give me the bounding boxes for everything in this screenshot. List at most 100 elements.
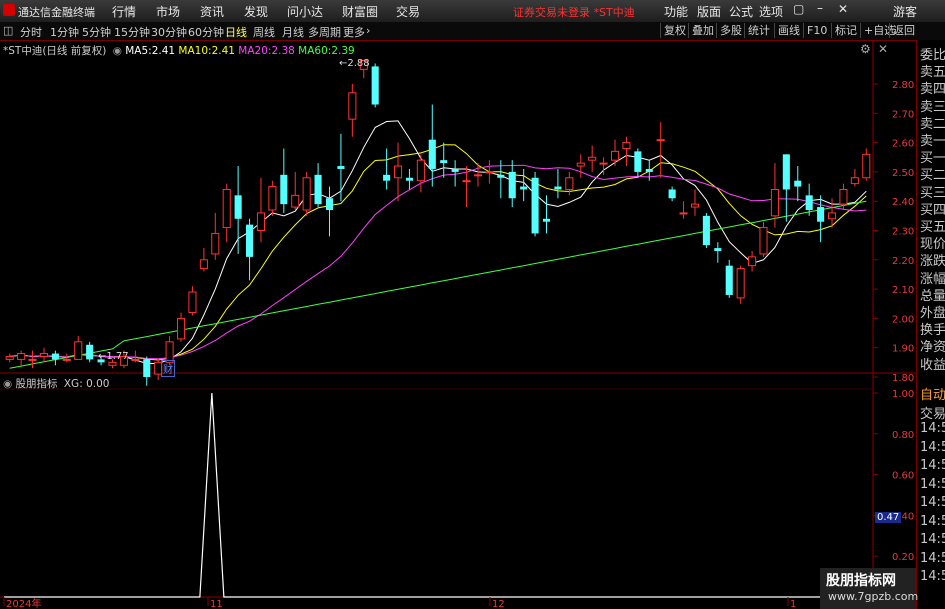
candle-body	[508, 171, 516, 199]
y-tick-label: 1.80	[892, 373, 914, 384]
side-panel-item: 总量	[920, 288, 945, 304]
y-tick-label: 2.80	[892, 80, 914, 91]
watermark-url: www.7gpzb.com	[828, 590, 919, 603]
ma20-line	[9, 164, 867, 360]
candle-body	[302, 177, 311, 211]
watermark: 股朋指标网 www.7gpzb.com	[820, 568, 919, 609]
candle-body	[337, 166, 345, 169]
side-panel-item: 14:55	[920, 532, 945, 547]
candle-body	[805, 195, 813, 210]
y-tick-label: 2.00	[892, 314, 914, 325]
side-panel-item: 卖一	[920, 134, 945, 149]
side-panel-item: 14:56	[920, 569, 945, 584]
candle-body	[405, 177, 413, 181]
candle-body	[256, 212, 266, 231]
candle-body	[576, 162, 585, 167]
side-panel-item: 涨跌	[920, 254, 945, 270]
indicator-y-tick-label: 0.20	[892, 552, 914, 563]
side-panel-item: 卖二	[920, 116, 945, 132]
candle-body	[520, 186, 528, 190]
candle-body	[5, 355, 14, 360]
side-panel-item: 买五	[920, 220, 945, 235]
xg-series-line	[4, 392, 872, 598]
candle-body	[17, 353, 26, 360]
y-tick-label: 2.50	[892, 168, 914, 179]
candle-body	[473, 174, 483, 177]
candle-body	[371, 66, 379, 105]
candle-body	[794, 180, 802, 187]
candle-body	[451, 168, 459, 172]
candle-body	[565, 177, 574, 190]
side-panel-item: 换手	[920, 323, 945, 339]
candle-body	[497, 174, 505, 178]
side-panel-item: 净资	[920, 340, 945, 356]
candle-body	[462, 180, 471, 183]
candle-body	[599, 162, 608, 165]
indicator-current-value: 0.47	[875, 512, 902, 523]
x-axis-labels: 2024年 11 12 1	[3, 597, 796, 609]
candle-body	[199, 259, 208, 270]
candle-body	[62, 358, 71, 361]
candle-body	[748, 256, 757, 267]
y-axis-labels: 2.80 2.70 2.60 2.50 2.40 2.30 2.20 2.10 2.00 1.90…	[873, 80, 914, 563]
side-panel-item: 卖三	[920, 99, 945, 115]
candle-body	[702, 215, 710, 246]
side-panel-item: 涨幅	[920, 271, 945, 287]
candle-body	[176, 317, 186, 340]
candle-body	[850, 177, 859, 185]
candle-body	[827, 212, 837, 220]
candle-body	[622, 142, 631, 149]
candle-body	[862, 153, 871, 179]
side-panel-item: 卖四	[920, 82, 945, 98]
candle-body	[531, 177, 539, 234]
side-panel-item: 委比	[920, 48, 945, 63]
low-price-label: 1.77	[106, 351, 129, 362]
side-panel-item: 14:54	[920, 495, 945, 510]
side-panel-item: 14:54	[920, 421, 945, 436]
candle-body	[485, 171, 494, 174]
side-panel-item: 买一	[920, 151, 945, 167]
candle-body	[759, 227, 768, 255]
side-panel-item: 卖五	[920, 65, 945, 81]
candle-body	[736, 268, 745, 299]
x-tick-label: 1	[790, 599, 796, 609]
candle-body	[725, 265, 733, 295]
candle-body	[440, 160, 448, 164]
candle-body	[268, 186, 277, 211]
candle-body	[839, 188, 848, 205]
candle-body	[348, 92, 357, 120]
candle-body	[280, 174, 288, 205]
x-tick-label: 12	[492, 599, 505, 609]
y-tick-label: 1.90	[892, 344, 914, 355]
candle-body	[291, 194, 300, 208]
side-panel-item: 14:54	[920, 513, 945, 529]
candle-body	[610, 150, 620, 161]
quote-side-panel: 委比 卖五 卖四 卖三 卖二 卖一 买一 买二 买三 买四 买五 现价 涨跌 涨幅 总量 外盘 换手 净资 收益 自动…	[916, 40, 945, 609]
candle-body	[246, 224, 254, 257]
candle-body	[588, 156, 597, 161]
candle-body	[656, 139, 665, 142]
candle-body	[51, 353, 59, 360]
chart-frame	[0, 40, 916, 598]
finance-event-marker[interactable]: 财	[161, 360, 175, 377]
candle-body	[428, 139, 436, 169]
side-panel-item: 交易	[920, 406, 945, 422]
y-tick-label: 2.20	[892, 256, 914, 267]
candle-body	[131, 358, 140, 361]
candle-body	[325, 198, 334, 210]
candle-body	[416, 159, 425, 182]
candle-body	[542, 218, 551, 222]
candle-body	[188, 291, 197, 314]
x-tick-label: 11	[210, 599, 223, 609]
candle-group	[5, 60, 871, 386]
high-price-label: 2.88	[347, 58, 370, 69]
candle-body	[222, 188, 231, 229]
candle-body	[782, 154, 790, 190]
candle-body	[314, 174, 322, 205]
moving-average-lines	[9, 120, 867, 369]
kline-chart[interactable]: 2.80 2.70 2.60 2.50 2.40 2.30 2.20 2.10 2.00 1.90…	[0, 0, 945, 609]
candle-body	[645, 168, 653, 172]
candle-body	[554, 186, 562, 190]
side-panel-item: 14:54	[920, 458, 945, 473]
y-tick-label: 2.60	[892, 139, 914, 150]
